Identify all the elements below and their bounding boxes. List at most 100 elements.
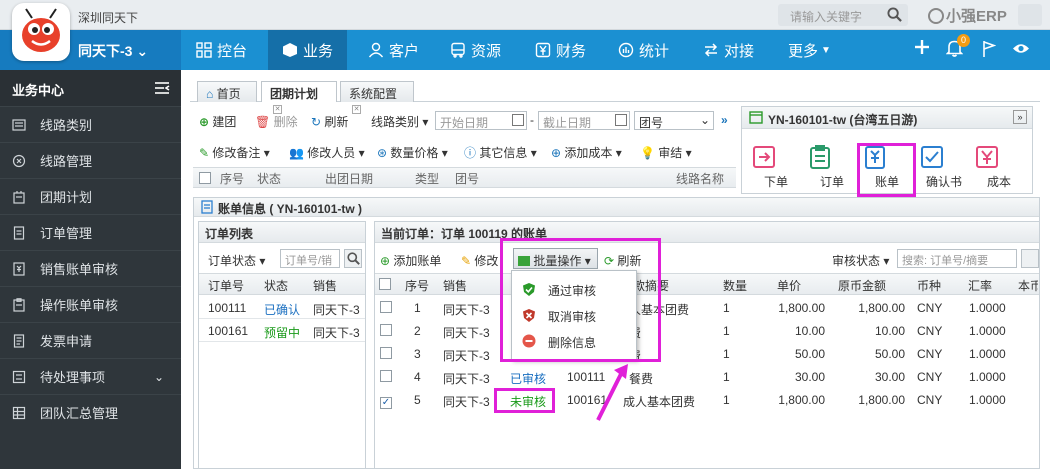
edit-note-button[interactable]: ✎ 修改备注 ▾ bbox=[199, 144, 270, 161]
nav-business[interactable]: 业务 bbox=[268, 30, 348, 70]
sidebar-item-order-management[interactable]: 订单管理 bbox=[0, 214, 181, 250]
nav-integration[interactable]: 对接 bbox=[703, 30, 754, 70]
order-row[interactable]: 100111 已确认 同天下-3 bbox=[199, 296, 365, 319]
order-search-input[interactable]: 订单号/销 bbox=[280, 249, 340, 268]
column-header: 销售 bbox=[443, 279, 468, 293]
search-button[interactable] bbox=[344, 249, 362, 268]
bill-search-input[interactable]: 搜索: 订单号/摘要 bbox=[897, 249, 1017, 268]
unreviewed-highlight bbox=[494, 388, 555, 413]
edit-bill-button[interactable]: ✎ 修改 bbox=[461, 252, 505, 269]
chevron-down-icon: ⌄ bbox=[154, 369, 165, 384]
home-icon: ⌂ bbox=[206, 87, 214, 101]
user-icon bbox=[368, 42, 384, 58]
add-icon: ⊕ bbox=[199, 115, 210, 129]
column-header: 本币 bbox=[1018, 279, 1038, 293]
bill-button-highlight bbox=[857, 143, 916, 197]
refresh-button[interactable]: ↻ 刷新 bbox=[311, 113, 348, 130]
column-header: 状态 bbox=[264, 279, 289, 293]
column-header: 原币金额 bbox=[838, 279, 887, 293]
global-search[interactable]: 请输入关键字 bbox=[778, 4, 908, 26]
delete-button[interactable]: 🗑 删除 bbox=[255, 113, 298, 130]
row-checkbox[interactable] bbox=[380, 347, 392, 359]
search-placeholder: 请输入关键字 bbox=[790, 10, 863, 24]
notification-badge: 0 bbox=[957, 34, 970, 47]
row-checkbox[interactable] bbox=[380, 370, 392, 382]
calendar-icon bbox=[749, 110, 763, 124]
row-checkbox[interactable] bbox=[380, 324, 392, 336]
add-cost-button[interactable]: ⊕ 添加成本 ▾ bbox=[551, 144, 622, 161]
yen-icon bbox=[974, 144, 1024, 170]
nav-customers[interactable]: 客户 bbox=[368, 30, 419, 70]
end-date-input[interactable]: 截止日期 bbox=[538, 111, 630, 130]
confirmation-button[interactable]: 确认书 bbox=[919, 144, 969, 190]
column-header: 团号 bbox=[455, 172, 480, 186]
add-bill-button[interactable]: ⊕ 添加账单 bbox=[380, 252, 441, 269]
review-status-filter[interactable]: 审核状态 ▾ bbox=[832, 252, 889, 269]
trash-icon: 🗑 bbox=[255, 115, 271, 129]
column-header: 序号 bbox=[405, 279, 430, 293]
start-date-input[interactable]: 开始日期 bbox=[435, 111, 527, 130]
select-all-checkbox[interactable] bbox=[379, 277, 391, 291]
order-row[interactable]: 100161 预留中 同天下-3 bbox=[199, 319, 365, 342]
nav-more[interactable]: 更多 ▼ bbox=[788, 30, 831, 70]
row-checkbox-checked[interactable]: ✓ bbox=[380, 397, 392, 409]
tab-tour-plan[interactable]: 团期计划✕ bbox=[261, 81, 337, 114]
expand-toolbar-button[interactable]: » bbox=[721, 113, 728, 127]
column-header: 币种 bbox=[917, 279, 942, 293]
select-all-checkbox[interactable] bbox=[199, 171, 211, 185]
search-icon[interactable] bbox=[887, 7, 902, 22]
nav-resources[interactable]: 资源 bbox=[450, 30, 501, 70]
column-header: 类型 bbox=[415, 172, 440, 186]
nav-dashboard[interactable]: 控台 bbox=[196, 30, 247, 70]
add-icon[interactable] bbox=[913, 38, 931, 56]
expand-panel-button[interactable]: » bbox=[1013, 110, 1027, 124]
grid-icon bbox=[196, 42, 212, 58]
sidebar-item-route-types[interactable]: 线路类别 bbox=[0, 106, 181, 142]
collapse-menu-icon[interactable] bbox=[154, 81, 170, 95]
route-type-dropdown[interactable]: 线路类别 ▾ bbox=[371, 113, 428, 130]
info-icon: ⓘ bbox=[464, 146, 477, 160]
sidebar-item-pending[interactable]: 待处理事项 ⌄ bbox=[0, 358, 181, 394]
status-badge: 已审核 bbox=[510, 372, 547, 386]
close-icon[interactable]: ✕ bbox=[352, 105, 361, 114]
tab-home[interactable]: ⌂ 首页 bbox=[197, 81, 257, 102]
sidebar-item-tour-plan[interactable]: 团期计划 bbox=[0, 178, 181, 214]
place-order-button[interactable]: 下单 bbox=[751, 144, 801, 190]
create-tour-button[interactable]: ⊕ 建团 bbox=[199, 113, 236, 130]
sidebar-item-ops-bill-review[interactable]: 操作账单审核 bbox=[0, 286, 181, 322]
sidebar-item-team-summary[interactable]: 团队汇总管理 bbox=[0, 394, 181, 430]
current-user[interactable]: 同天下-3 ⌄ bbox=[78, 41, 148, 61]
qty-price-button[interactable]: ⊛ 数量价格 ▾ bbox=[377, 144, 448, 161]
review-button[interactable]: 💡 审结 ▾ bbox=[640, 144, 692, 161]
order-status-filter[interactable]: 订单状态 ▾ bbox=[208, 252, 265, 269]
bill-icon bbox=[13, 261, 25, 276]
window-button[interactable] bbox=[1018, 4, 1042, 26]
other-info-button[interactable]: ⓘ 其它信息 ▾ bbox=[464, 144, 537, 161]
refresh-icon: ↻ bbox=[311, 115, 322, 129]
order-button[interactable]: 订单 bbox=[807, 144, 857, 190]
sidebar-item-route-management[interactable]: 线路管理 bbox=[0, 142, 181, 178]
cost-button[interactable]: 成本 bbox=[974, 144, 1024, 190]
group-no-select[interactable]: 团号 ⌄ bbox=[634, 111, 714, 130]
swap-icon bbox=[703, 42, 719, 58]
search-button[interactable] bbox=[1021, 249, 1039, 268]
tab-system-config[interactable]: 系统配置✕ bbox=[340, 81, 414, 114]
list-icon bbox=[12, 118, 26, 131]
sidebar-item-invoice-request[interactable]: 发票申请 bbox=[0, 322, 181, 358]
sidebar-item-sales-bill-review[interactable]: 销售账单审核 bbox=[0, 250, 181, 286]
calendar-icon[interactable] bbox=[615, 114, 627, 126]
row-checkbox[interactable] bbox=[380, 301, 392, 313]
flag-icon[interactable] bbox=[982, 40, 996, 57]
app-logo bbox=[12, 3, 70, 61]
yen-icon bbox=[535, 42, 551, 58]
users-icon: 👥 bbox=[289, 146, 304, 160]
date-separator: - bbox=[530, 113, 534, 127]
eye-icon[interactable] bbox=[1012, 42, 1030, 55]
nav-finance[interactable]: 财务 bbox=[535, 30, 586, 70]
caret-down-icon: ▼ bbox=[821, 44, 831, 56]
nav-stats[interactable]: 统计 bbox=[618, 30, 669, 70]
calendar-icon[interactable] bbox=[512, 114, 524, 126]
edit-staff-button[interactable]: 👥 修改人员 ▾ bbox=[289, 144, 365, 161]
clipboard-icon bbox=[807, 144, 857, 170]
globe-icon: ⊛ bbox=[377, 146, 388, 160]
